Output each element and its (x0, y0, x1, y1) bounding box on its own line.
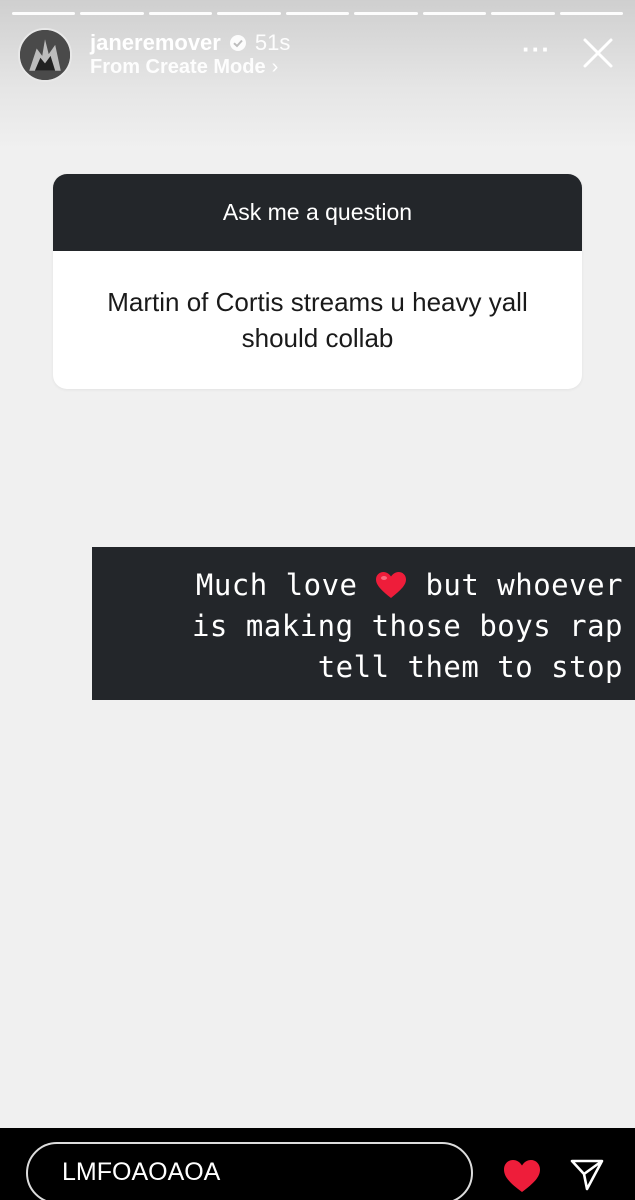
red-heart-emoji-icon (376, 572, 407, 598)
progress-segment (422, 12, 487, 15)
story-view[interactable]: janeremover 51s From Create Mode › ··· A… (0, 0, 635, 1128)
progress-segment (12, 12, 76, 15)
message-input[interactable]: LMFOAOAOA (26, 1142, 473, 1200)
reply-line-3: tell them to stop (317, 650, 623, 684)
progress-segment (80, 12, 144, 15)
progress-segment (491, 12, 555, 15)
question-prompt: Ask me a question (53, 174, 582, 251)
close-icon[interactable] (579, 34, 617, 72)
reply-line-2: is making those boys rap (191, 609, 623, 643)
verified-badge-icon (229, 35, 246, 51)
reply-line-1-end: but whoever (425, 568, 623, 602)
story-progress-bar (12, 12, 623, 15)
progress-segment (354, 12, 418, 15)
create-mode-link[interactable]: From Create Mode › (90, 56, 278, 79)
story-header: janeremover 51s From Create Mode › ··· (18, 26, 621, 84)
reply-line-1: Much love but whoever (112, 565, 623, 606)
question-sticker: Ask me a question Martin of Cortis strea… (53, 174, 582, 389)
reply-bar: LMFOAOAOA (0, 1128, 635, 1200)
progress-segment (148, 12, 213, 15)
chevron-right-icon: › (271, 56, 279, 78)
question-answer: Martin of Cortis streams u heavy yall sh… (107, 287, 528, 353)
user-line: janeremover 51s (90, 30, 290, 56)
more-options-icon[interactable]: ··· (522, 34, 551, 65)
reply-text-block: Much love but whoever is making those bo… (92, 547, 635, 700)
post-time: 51s (254, 30, 291, 55)
message-input-value: LMFOAOAOA (62, 1158, 221, 1186)
progress-segment (285, 12, 350, 15)
create-mode-label: From Create Mode (90, 56, 266, 78)
send-icon[interactable] (568, 1156, 606, 1194)
heart-like-icon[interactable] (502, 1158, 542, 1194)
progress-segment (217, 12, 281, 15)
avatar[interactable] (18, 28, 72, 82)
progress-segment (559, 12, 623, 15)
reply-line-1-start: Much love (195, 568, 358, 602)
username[interactable]: janeremover (90, 30, 221, 56)
